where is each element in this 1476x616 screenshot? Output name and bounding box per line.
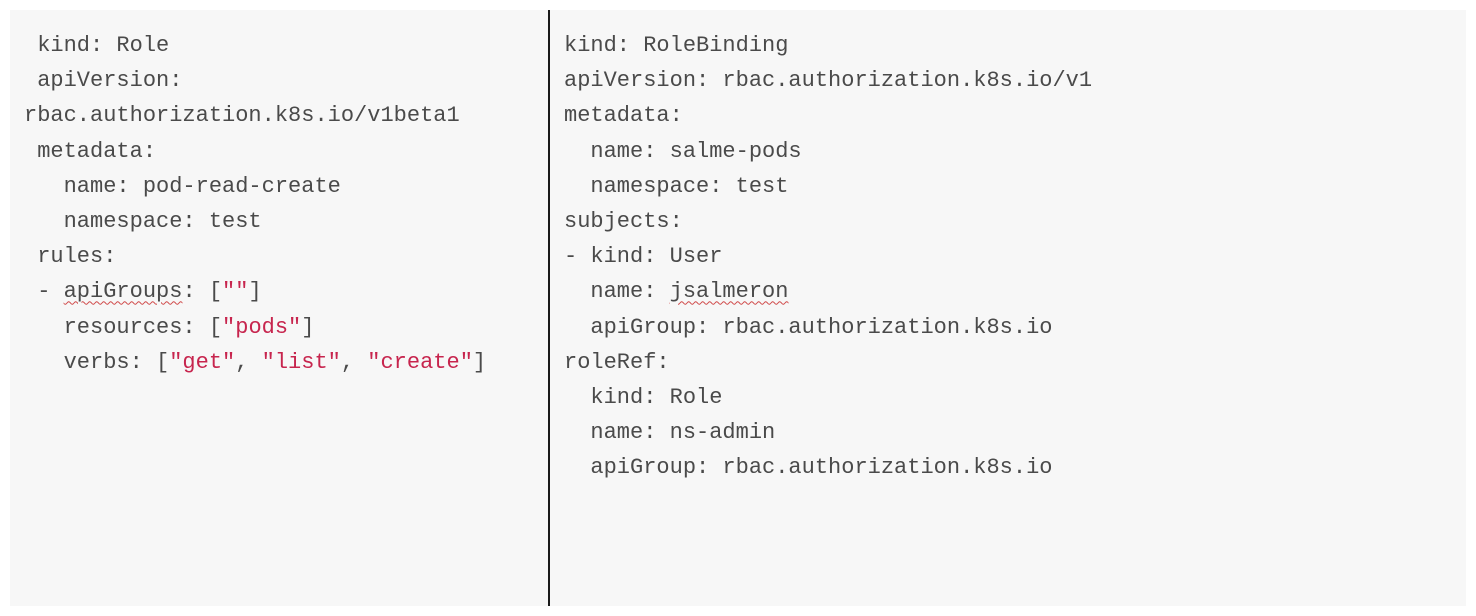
code-text: ] xyxy=(301,315,314,340)
code-text: apiGroup: rbac.authorization.k8s.io xyxy=(564,315,1052,340)
rolebinding-yaml-pane: kind: RoleBinding apiVersion: rbac.autho… xyxy=(550,10,1466,606)
code-text: name: salme-pods xyxy=(564,139,802,164)
code-text: roleRef: xyxy=(564,350,670,375)
code-text: kind: Role xyxy=(564,385,722,410)
code-text: name: xyxy=(564,279,670,304)
string-literal: "list" xyxy=(262,350,341,375)
code-text: resources: [ xyxy=(24,315,222,340)
code-text: ] xyxy=(473,350,486,375)
spellcheck-underline: jsalmeron xyxy=(670,279,789,304)
code-text: rbac.authorization.k8s.io/v1beta1 xyxy=(24,103,460,128)
code-text: rules: xyxy=(24,244,116,269)
code-text: RoleBinding xyxy=(643,33,788,58)
role-yaml-pane: kind: Role apiVersion: rbac.authorizatio… xyxy=(10,10,550,606)
code-text: apiVersion: xyxy=(24,68,182,93)
code-text: namespace: test xyxy=(24,209,262,234)
code-text: metadata: xyxy=(564,103,683,128)
code-text: metadata: xyxy=(24,139,156,164)
code-text: apiGroup: rbac.authorization.k8s.io xyxy=(564,455,1052,480)
code-text: , xyxy=(341,350,367,375)
code-text: - kind: User xyxy=(564,244,722,269)
code-text: : [ xyxy=(182,279,222,304)
string-literal: "get" xyxy=(169,350,235,375)
code-text: subjects: xyxy=(564,209,683,234)
code-text: name: pod-read-create xyxy=(24,174,341,199)
string-literal: "" xyxy=(222,279,248,304)
code-text: verbs: [ xyxy=(24,350,169,375)
code-text: apiVersion: rbac.authorization.k8s.io/v1 xyxy=(564,68,1092,93)
string-literal: "pods" xyxy=(222,315,301,340)
code-text: name: ns-admin xyxy=(564,420,775,445)
code-text: , xyxy=(235,350,261,375)
spellcheck-underline: apiGroups xyxy=(64,279,183,304)
string-literal: "create" xyxy=(367,350,473,375)
code-text: kind: xyxy=(24,33,116,58)
code-text: kind: xyxy=(564,33,643,58)
code-container: kind: Role apiVersion: rbac.authorizatio… xyxy=(10,10,1466,606)
code-text: - xyxy=(24,279,64,304)
code-text: namespace: test xyxy=(564,174,788,199)
code-text: ] xyxy=(248,279,261,304)
code-text: Role xyxy=(116,33,169,58)
